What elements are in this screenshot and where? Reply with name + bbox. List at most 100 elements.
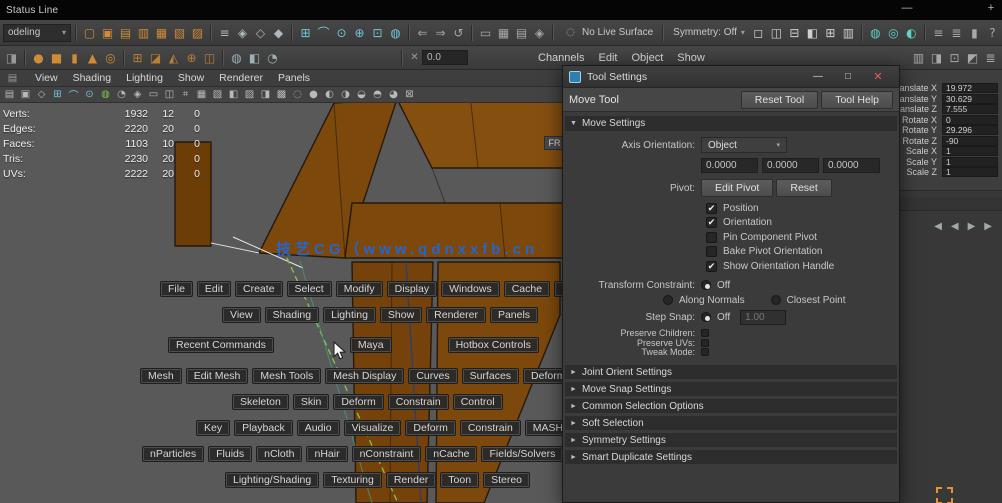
wireframe-icon[interactable]: ◌ — [290, 88, 305, 102]
xray-display-icon[interactable]: ⊡ — [946, 49, 963, 67]
field-chart-icon[interactable]: ▨ — [242, 88, 257, 102]
mirror-icon[interactable]: ◧ — [246, 49, 263, 67]
hotbox-menu-button[interactable]: Panels — [490, 307, 538, 323]
component-mode-icon[interactable]: ◇ — [34, 88, 49, 102]
render-settings-icon[interactable]: ◐ — [903, 24, 920, 42]
copy-icon[interactable]: ▨ — [189, 24, 206, 42]
move-settings-section-header[interactable]: ▼ Move Settings — [565, 116, 897, 131]
grid-toggle-icon[interactable]: ⌗ — [178, 88, 193, 102]
safe-title-icon[interactable]: ▩ — [274, 88, 289, 102]
toolbox-icon[interactable]: ▮ — [966, 24, 983, 42]
checkbox[interactable] — [706, 261, 717, 272]
two-pane-stacked-icon[interactable]: ⊟ — [786, 24, 803, 42]
left-icon[interactable]: ◀ — [951, 221, 959, 232]
hotbox-menu-button[interactable]: Lighting — [323, 307, 376, 323]
save-scene-icon[interactable]: ▤ — [117, 24, 134, 42]
checkbox[interactable] — [706, 232, 717, 243]
channel-value-field[interactable]: 1 — [942, 157, 998, 167]
single-pane-icon[interactable]: ◻ — [750, 24, 767, 42]
axis-z-field[interactable]: 0.0000 — [823, 158, 880, 173]
anim-layers-icon[interactable]: ≣ — [948, 24, 965, 42]
target-weld-icon[interactable]: ⊕ — [183, 49, 200, 67]
poly-cube-icon[interactable]: ■ — [48, 49, 65, 67]
open-scene-icon[interactable]: ▣ — [99, 24, 116, 42]
hotbox-menu-button[interactable]: Key — [196, 420, 230, 436]
hotbox-menu-button[interactable]: File — [160, 281, 193, 297]
panel-menu-shading[interactable]: Shading — [73, 72, 112, 84]
double-right-icon[interactable]: ▶ — [984, 221, 992, 232]
xray-icon[interactable]: ⊠ — [402, 88, 417, 102]
four-pane-icon[interactable]: ⊞ — [822, 24, 839, 42]
collapsed-section-header[interactable]: ► Soft Selection — [565, 416, 897, 430]
isolate-select-icon[interactable]: ◨ — [928, 49, 945, 67]
hotbox-menu-button[interactable]: Hotbox Controls — [448, 337, 539, 353]
output-connections-icon[interactable]: ⇒ — [432, 24, 449, 42]
channel-box-menu-item[interactable]: Channels — [538, 52, 584, 64]
panel-menu-show[interactable]: Show — [178, 72, 204, 84]
minimize-icon[interactable]: — — [899, 2, 915, 14]
bookmark-icon[interactable]: ◈ — [130, 88, 145, 102]
select-by-asset-icon[interactable]: ◆ — [270, 24, 287, 42]
step-snap-value-field[interactable]: 1.00 — [740, 310, 786, 325]
hotbox-menu-button[interactable]: nConstraint — [352, 446, 422, 462]
plus-icon[interactable]: + — [983, 2, 999, 14]
panel-menu-panels[interactable]: Panels — [278, 72, 310, 84]
snap-point-icon[interactable]: ⊙ — [82, 88, 97, 102]
checkbox[interactable] — [706, 246, 717, 257]
make-live-icon[interactable]: ◍ — [387, 24, 404, 42]
hotbox-menu-button[interactable]: Texturing — [323, 472, 382, 488]
channel-value-field[interactable]: 29.296 — [942, 125, 998, 135]
use-all-lights-icon[interactable]: ◑ — [338, 88, 353, 102]
hotbox-menu-button[interactable]: Cache — [504, 281, 550, 297]
panel-menu-renderer[interactable]: Renderer — [219, 72, 263, 84]
channel-value-field[interactable]: 19.972 — [942, 83, 998, 93]
backface-culling-icon[interactable]: ◩ — [964, 49, 981, 67]
collapsed-section-header[interactable]: ► Common Selection Options — [565, 399, 897, 413]
textured-icon[interactable]: ◐ — [322, 88, 337, 102]
hotbox-menu-button[interactable]: Mesh Display — [325, 368, 404, 384]
motion-blur-icon[interactable]: ◕ — [386, 88, 401, 102]
smooth-icon[interactable]: ◍ — [228, 49, 245, 67]
safe-action-icon[interactable]: ◨ — [258, 88, 273, 102]
hotbox-menu-button[interactable]: Stereo — [483, 472, 530, 488]
camera-attributes-icon[interactable]: ◔ — [114, 88, 129, 102]
radio-button[interactable] — [701, 312, 711, 322]
hotbox-menu-button[interactable]: Toon — [440, 472, 479, 488]
hotbox-menu-button[interactable]: Surfaces — [462, 368, 519, 384]
hotbox-menu-button[interactable]: Constrain — [388, 394, 449, 410]
channel-box-menu-item[interactable]: Object — [631, 52, 663, 64]
hotbox-menu-button[interactable]: nCloth — [256, 446, 302, 462]
redo-icon[interactable]: ▦ — [153, 24, 170, 42]
ipr-render-icon[interactable]: ◎ — [885, 24, 902, 42]
close-icon[interactable]: ✕ — [863, 67, 893, 87]
hotbox-menu-button[interactable]: Constrain — [460, 420, 521, 436]
hotbox-menu-button[interactable]: Control — [453, 394, 503, 410]
hotbox-menu-button[interactable]: Render — [386, 472, 436, 488]
checkbox[interactable] — [706, 203, 717, 214]
maximize-icon[interactable]: □ — [833, 67, 863, 87]
coordinate-input[interactable]: 0.0 — [422, 50, 468, 65]
snap-to-view-plane-icon[interactable]: ⊡ — [369, 24, 386, 42]
right-icon[interactable]: ▶ — [968, 221, 976, 232]
hotbox-menu-button[interactable]: Select — [287, 281, 332, 297]
snap-to-projected-center-icon[interactable]: ⊕ — [351, 24, 368, 42]
hotbox-menu-button[interactable]: View — [222, 307, 261, 323]
selection-bounds-icon[interactable] — [936, 487, 953, 503]
hotbox-menu-button[interactable]: nParticles — [142, 446, 204, 462]
shaded-icon[interactable]: ● — [306, 88, 321, 102]
poly-cone-icon[interactable]: ▲ — [84, 49, 101, 67]
extrude-icon[interactable]: ⊞ — [129, 49, 146, 67]
render-current-frame-icon[interactable]: ◍ — [867, 24, 884, 42]
display-settings-icon[interactable]: ≣ — [982, 49, 999, 67]
radio-button[interactable] — [701, 280, 711, 290]
channel-value-field[interactable]: 1 — [942, 167, 998, 177]
select-by-object-icon[interactable]: ◈ — [234, 24, 251, 42]
snap-to-curve-icon[interactable]: ⌒ — [315, 24, 332, 42]
hotbox-menu-button[interactable]: Windows — [441, 281, 500, 297]
hotbox-menu-button[interactable]: Create — [235, 281, 283, 297]
hotbox-menu-button[interactable]: Display — [387, 281, 437, 297]
edit-pivot-button[interactable]: Edit Pivot — [701, 179, 773, 197]
hotbox-menu-button[interactable]: Curves — [408, 368, 457, 384]
wireframe-color-icon[interactable]: ▥ — [910, 49, 927, 67]
hotbox-menu-button[interactable]: Edit Mesh — [186, 368, 249, 384]
